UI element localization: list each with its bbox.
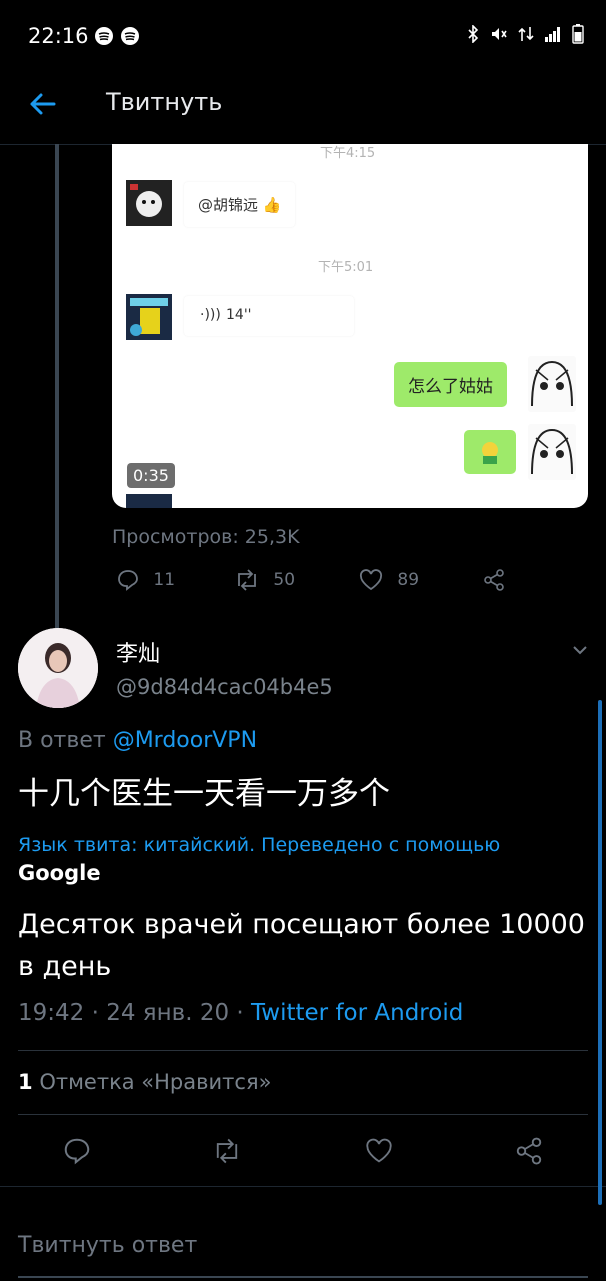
avatar[interactable] — [18, 628, 98, 708]
input-underline — [18, 1276, 588, 1278]
voice-duration: 14'' — [226, 307, 252, 323]
thread-connector — [55, 144, 59, 628]
divider — [18, 1050, 588, 1051]
tweet-meta: 19:42 · 24 янв. 20 · Twitter for Android — [18, 1000, 463, 1026]
tweet-text: 十几个医生一天看一万多个 — [18, 776, 390, 812]
likes-count: 1 — [18, 1070, 33, 1094]
battery-icon — [572, 24, 584, 44]
reply-icon — [118, 570, 138, 591]
chevron-down-icon[interactable] — [572, 642, 588, 658]
mute-icon — [492, 28, 507, 40]
reply-count: 11 — [153, 570, 176, 590]
signal-icon — [545, 27, 560, 42]
arrow-left-icon[interactable] — [26, 88, 58, 120]
status-right-icons — [466, 24, 584, 44]
translation-note[interactable]: Язык твита: китайский. Переведено с помо… — [18, 834, 500, 856]
retweet-icon[interactable] — [212, 1136, 242, 1166]
translated-text: Десяток врачей посещают более 10000 в де… — [18, 909, 585, 982]
replying-to-link[interactable]: @MrdoorVPN — [113, 728, 257, 753]
video-duration: 0:35 — [127, 463, 175, 488]
chat-avatar — [528, 424, 576, 480]
reply-action[interactable]: 11 — [116, 568, 175, 592]
likes-summary[interactable]: 1 Отметка «Нравится» — [18, 1070, 271, 1094]
chat-sticker — [464, 430, 516, 474]
chat-message: @胡锦远 👍 — [184, 182, 296, 227]
app-header — [0, 70, 606, 145]
status-time: 22:16 — [28, 24, 89, 48]
view-count: Просмотров: 25,3K — [112, 526, 300, 548]
scrollbar[interactable] — [598, 700, 602, 1205]
display-name[interactable]: 李灿 — [116, 636, 160, 668]
replying-prefix: В ответ — [18, 728, 106, 753]
tweet-source-link[interactable]: Twitter for Android — [251, 1000, 463, 1026]
likes-label: Отметка «Нравится» — [39, 1070, 272, 1094]
voice-message[interactable]: ·))) 14'' — [184, 296, 354, 336]
data-icon — [518, 27, 534, 41]
chat-avatar — [126, 180, 172, 226]
replying-to: В ответ @MrdoorVPN — [18, 728, 257, 753]
page-title: Твитнуть — [106, 88, 223, 116]
heart-icon[interactable] — [364, 1136, 394, 1166]
spotify-icon — [121, 27, 139, 45]
bluetooth-icon — [468, 25, 479, 43]
reply-input[interactable]: Твитнуть ответ — [18, 1233, 197, 1258]
google-logo: Google — [18, 861, 101, 885]
user-handle[interactable]: @9d84d4cac04b4e5 — [116, 675, 333, 699]
chat-avatar — [126, 294, 172, 340]
retweet-count: 50 — [273, 570, 296, 590]
reply-icon[interactable] — [62, 1136, 92, 1166]
share-icon[interactable] — [482, 568, 506, 592]
tweet-timestamp: 19:42 · 24 янв. 20 · — [18, 1000, 244, 1026]
divider — [18, 1114, 588, 1115]
heart-icon — [359, 569, 383, 591]
retweet-action[interactable]: 50 — [234, 568, 295, 592]
retweet-icon — [238, 569, 256, 591]
tweet-media-video[interactable]: 下午4:15 @胡锦远 👍 下午5:01 ·))) 14'' 怎么了姑姑 — [112, 144, 588, 508]
chat-timestamp: 下午4:15 — [320, 146, 376, 161]
like-action[interactable]: 89 — [358, 568, 419, 592]
chat-avatar — [528, 356, 576, 412]
share-icon[interactable] — [514, 1136, 544, 1166]
spotify-icon — [95, 27, 113, 45]
status-left-icons — [94, 26, 140, 46]
like-count: 89 — [397, 570, 420, 590]
chat-avatar — [126, 494, 172, 508]
chat-timestamp: 下午5:01 — [318, 260, 374, 275]
voice-wave-icon: ·))) — [200, 307, 221, 323]
chat-message-sent: 怎么了姑姑 — [394, 362, 507, 407]
